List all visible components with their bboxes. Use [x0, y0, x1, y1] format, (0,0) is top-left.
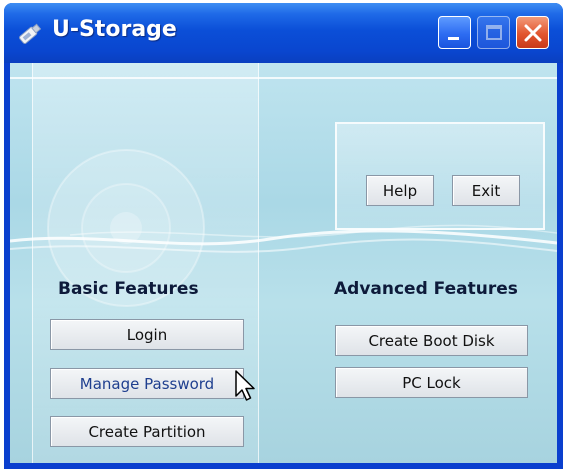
maximize-icon	[486, 25, 502, 40]
pc-lock-button[interactable]: PC Lock	[335, 367, 528, 398]
help-button[interactable]: Help	[366, 175, 434, 206]
mouse-pointer-icon	[235, 370, 255, 401]
app-window: U-Storage Help Exit Basic Features Advan…	[4, 3, 563, 469]
login-button[interactable]: Login	[50, 319, 244, 350]
manage-password-button[interactable]: Manage Password	[50, 368, 244, 399]
minimize-button[interactable]	[438, 16, 471, 49]
title-bar[interactable]: U-Storage	[4, 3, 563, 63]
close-icon	[524, 24, 542, 42]
client-area: Help Exit Basic Features Advanced Featur…	[10, 63, 557, 463]
exit-button[interactable]: Exit	[452, 175, 520, 206]
maximize-button[interactable]	[477, 16, 510, 49]
close-button[interactable]	[516, 16, 549, 49]
advanced-features-heading: Advanced Features	[334, 279, 518, 299]
create-partition-button[interactable]: Create Partition	[50, 416, 244, 447]
minimize-icon	[448, 37, 459, 40]
create-boot-disk-button[interactable]: Create Boot Disk	[335, 325, 528, 356]
window-title: U-Storage	[52, 17, 177, 42]
usb-drive-icon	[19, 23, 42, 44]
basic-features-heading: Basic Features	[58, 279, 199, 299]
